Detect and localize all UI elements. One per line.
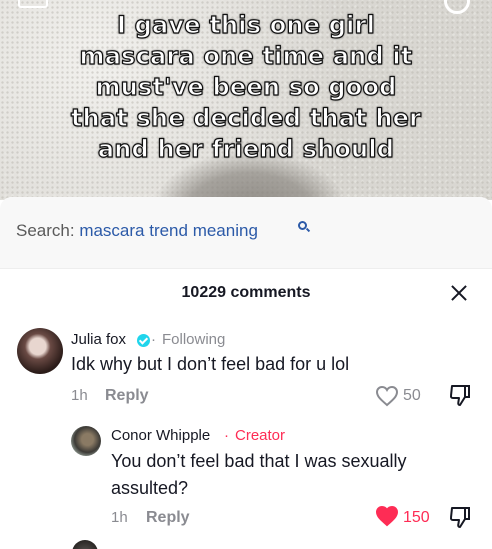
caption-line: that she decided that her [70,103,422,132]
comment-username[interactable]: Julia fox [71,331,126,348]
like-count: 150 [403,509,430,526]
caption-line: must've been so good [95,72,397,101]
like-heart-icon[interactable] [375,385,399,407]
search-query-link[interactable]: mascara trend meaning [79,221,258,240]
avatar[interactable] [72,540,98,549]
video-caption-overlay: I gave this one girl mascara one time an… [0,10,492,165]
comment-time: 1h [71,387,88,404]
close-icon[interactable] [448,282,470,304]
following-label: Following [162,331,226,348]
dislike-icon[interactable] [448,383,472,407]
comment-time: 1h [111,509,128,526]
separator-dot: · [224,427,229,444]
live-icon[interactable] [18,0,48,8]
comment-text: Idk why but I don’t feel bad for u lol [71,354,350,374]
like-count: 50 [403,387,421,404]
search-label: Search: [16,221,80,240]
caption-line: and her friend should [97,134,395,163]
reply-button[interactable]: Reply [105,387,149,405]
search-suggestion-bar[interactable]: Search: mascara trend meaning [0,197,492,269]
caption-line: I gave this one girl [116,10,376,39]
dislike-icon[interactable] [448,505,472,529]
comments-count: 10229 comments [181,284,311,301]
avatar[interactable] [17,328,63,374]
caption-line: mascara one time and it [79,41,413,70]
separator-dot: · [151,331,156,348]
reply-button[interactable]: Reply [146,509,190,527]
video-player[interactable]: I gave this one girl mascara one time an… [0,0,492,200]
search-icon[interactable] [298,221,307,230]
verified-badge-icon [137,334,150,347]
comment-text-line: assulted? [111,478,189,498]
comment-username[interactable]: Conor Whipple [111,427,210,444]
comments-sheet: Search: mascara trend meaning 10229 comm… [0,197,492,549]
search-suggestion[interactable]: Search: mascara trend meaning [16,221,258,241]
comment-text-line: You don’t feel bad that I was sexually [111,451,407,471]
like-heart-icon[interactable] [375,505,399,527]
avatar[interactable] [71,426,101,456]
creator-label: Creator [235,427,286,444]
